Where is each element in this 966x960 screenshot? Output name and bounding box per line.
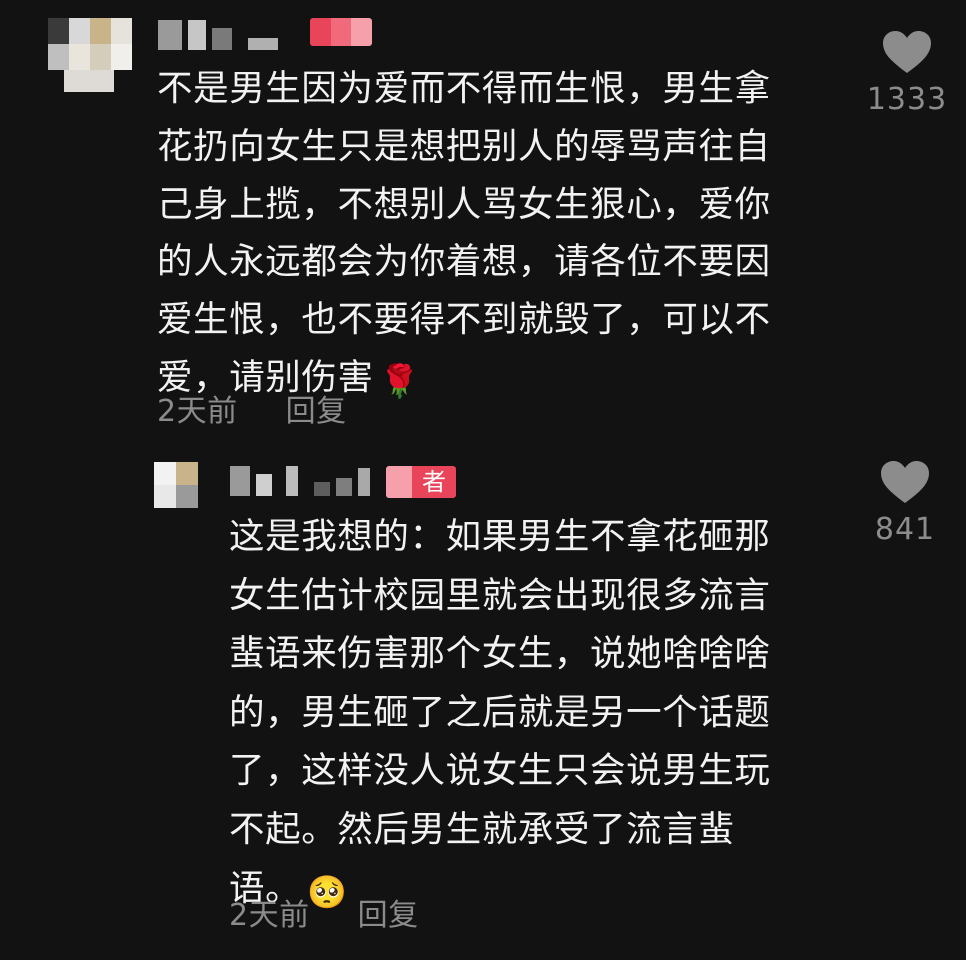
comment-line: 女生估计校园里就会出现很多流言 — [229, 574, 771, 616]
comment-line: 不是男生因为爱而不得而生恨，男生拿 — [157, 68, 771, 109]
author-badge: 者 — [386, 466, 456, 498]
like-button[interactable]: 1333 — [862, 30, 952, 117]
avatar[interactable] — [154, 462, 198, 508]
comment-line: 己身上揽，不想别人骂女生狠心，爱你 — [157, 183, 771, 225]
like-count: 841 — [874, 512, 936, 547]
like-button[interactable]: 841 — [860, 460, 950, 547]
reply-button[interactable]: 回复 — [358, 890, 419, 934]
reply-button[interactable]: 回复 — [286, 386, 347, 430]
comment-line: 不起。然后男生就承受了流言蜚 — [229, 808, 735, 850]
timestamp: 2天前 — [229, 898, 310, 933]
comment-line: 花扔向女生只是想把别人的辱骂声往自 — [157, 125, 771, 167]
like-count: 1333 — [866, 82, 948, 117]
comment-line: 这是我想的：如果男生不拿花砸那 — [229, 516, 771, 557]
username-blurred[interactable] — [230, 462, 370, 496]
heart-icon — [883, 31, 931, 73]
comment-meta: 2天前 回复 — [157, 386, 347, 430]
author-badge — [310, 18, 372, 46]
username-blurred[interactable] — [158, 16, 278, 50]
comment-line: 蜚语来伤害那个女生，说她啥啥啥 — [229, 633, 771, 675]
timestamp: 2天前 — [157, 394, 238, 429]
comment-body: 不是男生因为爱而不得而生恨，男生拿 花扔向女生只是想把别人的辱骂声往自 己身上揽… — [157, 60, 771, 411]
comment-line: 的，男生砸了之后就是另一个话题 — [229, 691, 771, 733]
author-badge-text: 者 — [412, 466, 456, 498]
comment-line: 的人永远都会为你着想，请各位不要因 — [157, 241, 771, 283]
rose-emoji-icon: 🌹 — [379, 361, 421, 400]
avatar-lower — [64, 70, 114, 92]
heart-icon — [881, 461, 929, 503]
comment-body: 这是我想的：如果男生不拿花砸那 女生估计校园里就会出现很多流言 蜚语来伤害那个女… — [229, 508, 771, 921]
avatar[interactable] — [48, 18, 132, 70]
comment-line: 了，这样没人说女生只会说男生玩 — [229, 750, 771, 792]
comment-line: 爱生恨，也不要得不到就毁了，可以不 — [157, 299, 771, 341]
comment-meta: 2天前 回复 — [229, 890, 419, 934]
